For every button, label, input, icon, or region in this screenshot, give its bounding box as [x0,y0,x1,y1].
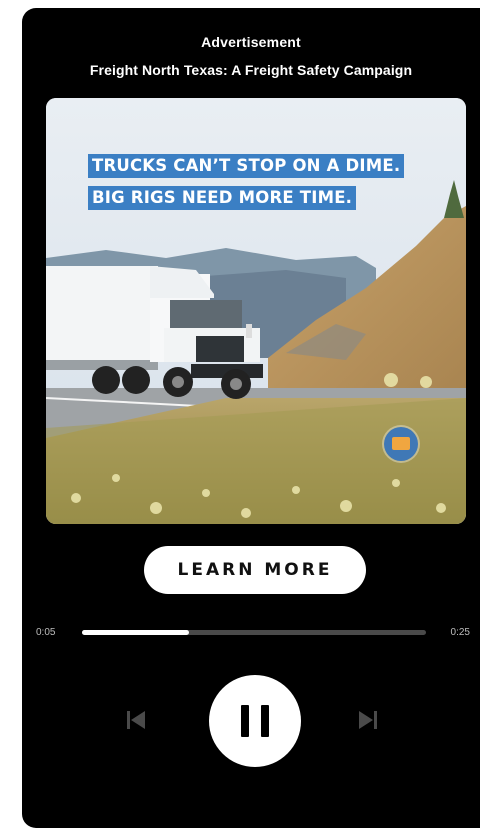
advertisement-label: Advertisement [201,34,301,50]
progress-bar[interactable] [82,630,426,635]
elapsed-time: 0:05 [36,627,56,638]
pause-icon [241,705,249,737]
ad-headline: TRUCKS CAN’T STOP ON A DIME. BIG RIGS NE… [88,154,405,218]
skip-next-icon[interactable] [356,708,380,732]
ad-header: Advertisement Freight North Texas: A Fre… [22,32,480,80]
campaign-logo-icon [384,427,418,461]
headline-line-1: TRUCKS CAN’T STOP ON A DIME. [88,154,405,178]
pause-button[interactable] [209,675,301,767]
learn-more-button[interactable]: LEARN MORE [144,546,366,594]
ad-player-screen: Advertisement Freight North Texas: A Fre… [22,8,480,828]
progress-fill [82,630,189,635]
ad-image[interactable]: TRUCKS CAN’T STOP ON A DIME. BIG RIGS NE… [46,98,466,524]
skip-previous-icon[interactable] [124,708,148,732]
headline-line-2: BIG RIGS NEED MORE TIME. [88,186,357,210]
campaign-title: Freight North Texas: A Freight Safety Ca… [89,62,413,78]
total-time: 0:25 [450,627,470,638]
